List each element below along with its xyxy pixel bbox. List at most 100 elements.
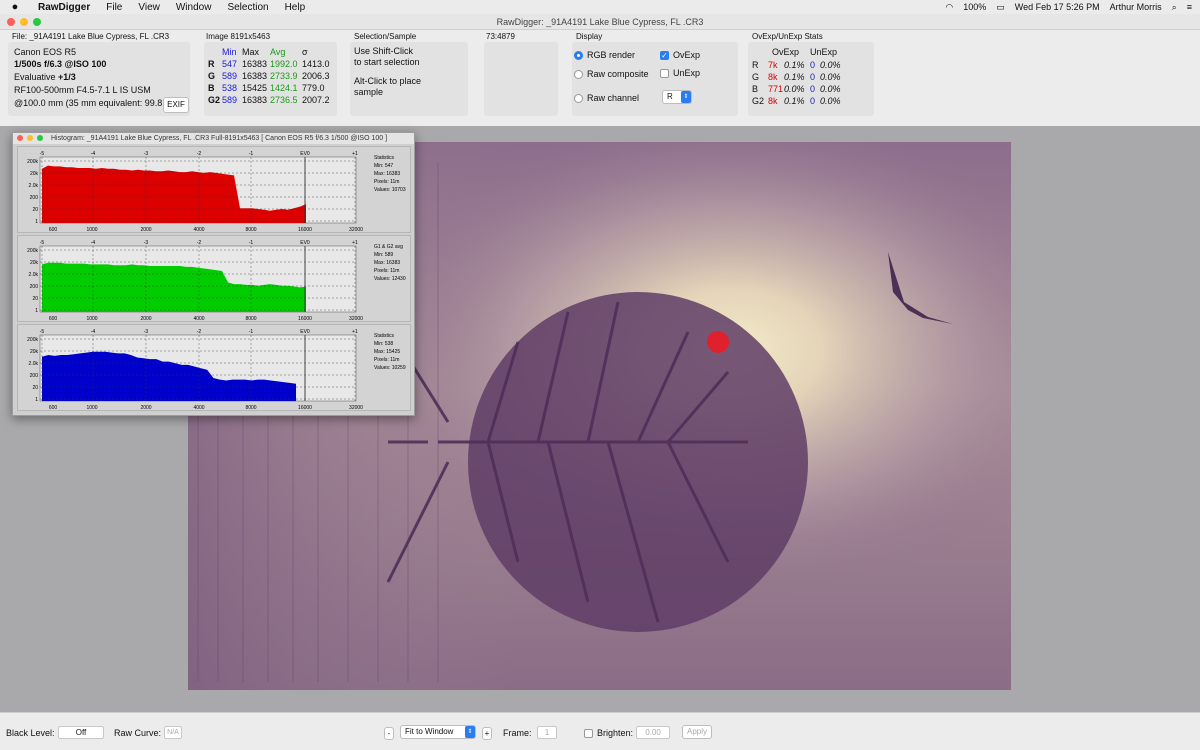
histogram-ev-tick: -1 xyxy=(249,329,254,335)
zoom-select[interactable]: Fit to Window ⇕ xyxy=(400,725,476,739)
histogram-ev-tick: -1 xyxy=(249,151,254,157)
brighten-label: Brighten: xyxy=(597,728,634,738)
stats-sigma: 2006.3 xyxy=(302,71,330,81)
histogram-window[interactable]: Histogram: _91A4191 Lake Blue Cypress, F… xyxy=(12,132,415,416)
histogram-panel[interactable]: 200k 20k 2.0k 200 20 1 -5 -4 -3 -2 -1 EV0 +1 600 1000 2… xyxy=(17,146,411,233)
ovexp-percent: 0.0% xyxy=(784,84,805,94)
histogram-ev-tick: EV0 xyxy=(300,151,310,157)
raw-composite-radio[interactable]: Raw composite xyxy=(574,69,649,80)
brighten-field[interactable]: 0.00 xyxy=(636,726,670,739)
histogram-y-tick: 1 xyxy=(35,308,38,314)
zoom-window-button[interactable] xyxy=(33,18,41,26)
menu-view[interactable]: View xyxy=(130,2,168,13)
stats-avg: 2733.9 xyxy=(270,71,298,81)
brighten-checkbox[interactable]: Brighten: xyxy=(584,728,634,739)
histogram-stat: Max: 16383 xyxy=(374,260,400,266)
stats-max: 15425 xyxy=(242,83,268,93)
unexp-header: UnExp xyxy=(810,47,838,57)
ovexp-stats-label: OvExp/UnExp Stats xyxy=(752,32,823,41)
clock[interactable]: Wed Feb 17 5:26 PM xyxy=(1015,2,1100,12)
histogram-x-tick: 4000 xyxy=(193,227,204,233)
unexp-checkbox[interactable]: UnExp xyxy=(660,68,700,79)
menu-help[interactable]: Help xyxy=(277,2,314,13)
rgb-render-radio[interactable]: RGB render xyxy=(574,50,636,61)
histogram-title: Histogram: _91A4191 Lake Blue Cypress, F… xyxy=(51,135,388,142)
selection-hint-2: to start selection xyxy=(354,57,420,67)
close-window-button[interactable] xyxy=(7,18,15,26)
stats-min: 538 xyxy=(222,83,238,93)
raw-channel-select[interactable]: R ⇕ xyxy=(662,90,692,104)
histogram-x-tick: 1000 xyxy=(86,316,97,322)
unexp-count: 0 xyxy=(810,96,816,106)
black-level-field[interactable]: Off xyxy=(58,726,104,739)
window-titlebar: RawDigger: _91A4191 Lake Blue Cypress, F… xyxy=(0,14,1200,30)
zoom-in-button[interactable]: + xyxy=(482,727,492,740)
minimize-window-button[interactable] xyxy=(20,18,28,26)
histogram-ev-tick: -3 xyxy=(144,151,149,157)
histogram-x-tick: 600 xyxy=(49,227,58,233)
search-icon[interactable]: ⌕ xyxy=(1172,2,1177,13)
histogram-y-tick: 20 xyxy=(32,385,38,391)
histogram-panel[interactable]: 200k 20k 2.0k 200 20 1 -5 -4 -3 -2 -1 EV0 +1 600 1000 2… xyxy=(17,324,411,411)
histogram-y-tick: 1 xyxy=(35,397,38,403)
minimize-histogram-button[interactable] xyxy=(27,135,33,141)
histogram-ev-tick: -4 xyxy=(91,151,96,157)
apply-button[interactable]: Apply xyxy=(682,725,712,739)
histogram-stat: Max: 16383 xyxy=(374,171,400,177)
rgb-render-label: RGB render xyxy=(587,50,636,60)
exposure-info: 1/500s f/6.3 @ISO 100 xyxy=(14,59,107,69)
user-name[interactable]: Arthur Morris xyxy=(1110,2,1162,12)
menu-app[interactable]: RawDigger xyxy=(30,2,98,13)
histogram-y-tick: 2.0k xyxy=(29,361,39,367)
ovexp-checkbox[interactable]: ✓ OvExp xyxy=(660,50,700,61)
histogram-titlebar[interactable]: Histogram: _91A4191 Lake Blue Cypress, F… xyxy=(13,133,414,144)
apple-icon[interactable]: ● xyxy=(0,1,30,13)
histogram-stat: Min: 538 xyxy=(374,341,393,347)
histogram-y-tick: 200 xyxy=(30,195,39,201)
histogram-x-tick: 16000 xyxy=(298,227,312,233)
raw-curve-field[interactable]: N/A xyxy=(164,726,182,739)
ovexp-channel: G2 xyxy=(752,96,765,106)
histogram-x-tick: 16000 xyxy=(298,405,312,411)
selection-label: Selection/Sample xyxy=(354,32,417,41)
lens-info: RF100-500mm F4.5-7.1 L IS USM xyxy=(14,85,151,95)
menu-file[interactable]: File xyxy=(98,2,130,13)
ovexp-count: 7k xyxy=(768,60,778,70)
battery-percent: 100% xyxy=(963,2,987,12)
ovexp-stats-box: OvExp UnExp R 7k 0.1% 0 0.0% G 8k 0.1% 0 0.0% B 771… xyxy=(748,42,874,116)
ovexp-channel: G xyxy=(752,72,760,82)
histogram-ev-tick: -2 xyxy=(197,151,202,157)
menu-window[interactable]: Window xyxy=(168,2,220,13)
frame-stepper[interactable]: 1 xyxy=(537,726,557,739)
histogram-x-tick: 8000 xyxy=(245,316,256,322)
histogram-panel[interactable]: 200k 20k 2.0k 200 20 1 -5 -4 -3 -2 -1 EV0 +1 600 1000 2… xyxy=(17,235,411,322)
histogram-ev-tick: -2 xyxy=(197,240,202,246)
histogram-x-tick: 1000 xyxy=(86,227,97,233)
radio-selected-icon xyxy=(574,51,583,61)
histogram-ev-tick: -4 xyxy=(91,240,96,246)
ovexp-count: 8k xyxy=(768,96,778,106)
close-histogram-button[interactable] xyxy=(17,135,23,141)
stats-header-max: Max xyxy=(242,47,260,57)
zoom-out-button[interactable]: - xyxy=(384,727,394,740)
metering-comp: +1/3 xyxy=(58,72,76,82)
stats-min: 589 xyxy=(222,95,238,105)
file-info-box: Canon EOS R5 1/500s f/6.3 @ISO 100 Evalu… xyxy=(8,42,190,116)
info-panel: File: _91A4191 Lake Blue Cypress, FL .CR… xyxy=(0,30,1200,126)
checkmark-icon: ✓ xyxy=(660,51,669,61)
histogram-ev-tick: -1 xyxy=(249,240,254,246)
histogram-plot: 200k 20k 2.0k 200 20 1 -5 -4 -3 -2 -1 EV0 +1 600 1000 2… xyxy=(27,329,406,411)
histogram-ev-tick: -3 xyxy=(144,240,149,246)
file-label: File: _91A4191 Lake Blue Cypress, FL .CR… xyxy=(12,32,170,41)
histogram-x-tick: 8000 xyxy=(245,405,256,411)
exif-button[interactable]: EXIF xyxy=(163,97,189,113)
unexp-count: 0 xyxy=(810,84,816,94)
wifi-icon[interactable]: ◠ xyxy=(945,2,953,13)
checkbox-icon xyxy=(584,729,593,739)
menu-selection[interactable]: Selection xyxy=(219,2,276,13)
control-center-icon[interactable]: ≡ xyxy=(1187,2,1192,12)
raw-channel-radio[interactable]: Raw channel xyxy=(574,93,639,104)
zoom-histogram-button[interactable] xyxy=(37,135,43,141)
battery-icon[interactable]: ▭ xyxy=(996,2,1005,13)
histogram-ev-tick: -5 xyxy=(40,240,45,246)
